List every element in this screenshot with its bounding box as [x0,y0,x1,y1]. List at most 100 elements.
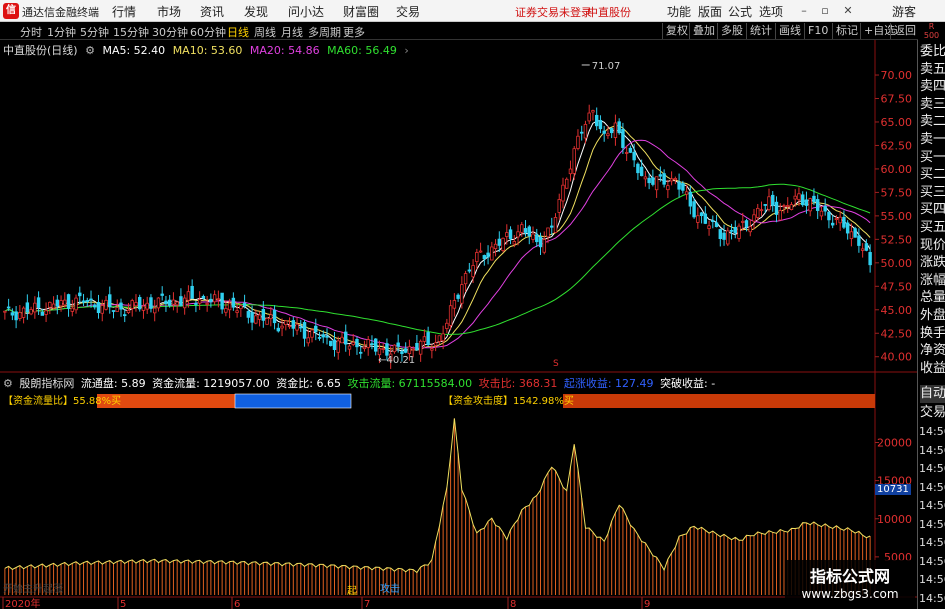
period-fenshi[interactable]: 分时 [20,24,42,40]
candle-202 [759,201,764,216]
tool-diejia[interactable]: 叠加 [689,23,715,39]
candle-163 [613,114,618,146]
settings-icon[interactable]: ⚙ [85,44,95,57]
period-30min[interactable]: 30分钟 [152,24,188,40]
side-panel: 委比 卖五 卖四 卖三 卖二 卖一 买一 买二 买三 买四 买五 现价 涨跌 涨幅 总量 外盘 换手 净资 收益 自动… [917,40,945,609]
candle-body-19 [74,297,78,311]
low-label: ←40.21 [378,355,415,366]
tool-fanhui[interactable]: 返回 [890,23,916,39]
candle-204 [767,188,771,212]
tick-time-3: 14:56 [919,480,945,494]
candle-50 [190,279,194,299]
auto-label[interactable]: 自动 [920,385,945,403]
candle-126 [475,248,479,270]
high-label: 71.07 [592,61,621,72]
candle-body-79 [299,326,303,329]
candle-body-99 [373,338,378,352]
tool-fuquan[interactable]: 复权 [662,23,688,39]
candle-130 [490,241,494,261]
candle-body-23 [89,298,93,301]
menu-wenxiaoda[interactable]: 问小达 [288,3,324,20]
candle-body-154 [579,131,584,134]
menu-hangqing[interactable]: 行情 [112,3,136,20]
candle-body-130 [490,246,494,261]
trade-label[interactable]: 交易 [920,404,945,422]
candle-221 [830,214,835,229]
candle-16 [63,292,67,308]
candle-body-156 [587,112,591,122]
ma20-line [4,139,871,349]
candle-131 [493,239,498,257]
tool-huaxian[interactable]: 画线 [775,23,801,39]
candle-body-146 [550,225,554,228]
menu-faxian[interactable]: 发现 [244,3,268,20]
candle-body-54 [205,303,209,305]
tool-gongshi[interactable]: 公式 [728,3,752,20]
candle-43 [164,295,168,312]
tool-duogu[interactable]: 多股 [717,23,743,39]
candle-87 [329,340,333,347]
candle-body-72 [272,309,277,324]
candle-body-166 [624,152,629,154]
tool-gongneng[interactable]: 功能 [667,3,691,20]
tool-biaoji[interactable]: 标记 [832,23,858,39]
price-tick-11: 42.50 [881,327,913,340]
candle-120 [452,293,457,317]
price-tick-12: 40.00 [881,351,913,364]
candle-body-192 [722,232,726,240]
login-status[interactable]: 证券交易未登录 [515,4,592,20]
candle-body-47 [179,296,183,306]
tool-tongji[interactable]: 统计 [746,23,772,39]
candle-body-225 [845,222,850,234]
indicator-settings-icon[interactable]: ⚙ [3,377,13,390]
period-daily[interactable]: 日线 [227,24,249,40]
candle-186 [699,211,704,224]
kline-chart[interactable]: 70.00 67.50 65.00 62.50 60.00 57.50 55.00 52.50… [0,40,917,609]
tool-f10[interactable]: F10 [804,23,828,39]
candle-9 [36,291,41,316]
period-weekly[interactable]: 周线 [254,24,276,40]
candle-body-178 [669,178,674,182]
candle-body-172 [647,177,651,184]
guest-user[interactable]: 游客 [892,3,916,20]
menu-caifuquan[interactable]: 财富圈 [343,3,379,20]
stock-name: 中直股份 [587,6,631,19]
period-1min[interactable]: 1分钟 [47,24,76,40]
candle-142 [535,228,539,248]
candle-61 [231,292,236,311]
period-60min[interactable]: 60分钟 [190,24,226,40]
candle-body-102 [385,343,389,356]
candle-body-152 [572,148,576,174]
candle-body-189 [711,220,715,223]
period-monthly[interactable]: 月线 [281,24,303,40]
candle-body-140 [527,226,531,237]
period-15min[interactable]: 15分钟 [113,24,149,40]
candle-199 [748,219,752,237]
menu-shichang[interactable]: 市场 [157,3,181,20]
tool-banmian[interactable]: 版面 [698,3,722,20]
period-5min[interactable]: 5分钟 [80,24,109,40]
candle-body-89 [336,340,340,353]
candle-body-48 [182,297,187,309]
candle-body-25 [96,302,101,314]
candle-169 [636,162,640,180]
minimize-icon[interactable]: – [796,2,812,19]
menu-jiaoyi[interactable]: 交易 [396,3,420,20]
candle-body-173 [651,177,655,185]
candle-body-40 [152,307,157,314]
period-more[interactable]: 更多 [343,24,365,40]
candle-0 [3,310,7,320]
tool-xuanxiang[interactable]: 选项 [759,3,783,20]
candle-body-220 [827,211,831,221]
chart-nav-arrow-icon[interactable]: › [404,44,408,57]
candle-230 [864,239,869,252]
restore-icon[interactable]: ▫ [817,2,833,19]
price-tick-8: 50.00 [881,257,913,270]
candle-86 [325,328,329,345]
candle-body-55 [209,298,213,303]
candle-111 [418,339,423,362]
candle-body-93 [351,342,355,345]
period-multi[interactable]: 多周期 [308,24,341,40]
close-icon[interactable]: ✕ [840,2,856,19]
menu-zixun[interactable]: 资讯 [200,3,224,20]
